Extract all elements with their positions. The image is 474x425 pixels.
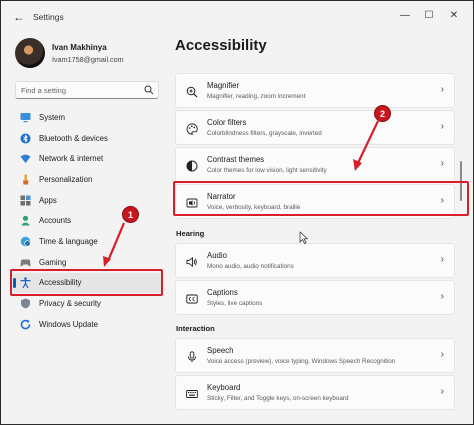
update-icon <box>20 319 31 330</box>
person-icon <box>20 215 31 226</box>
sidebar-item-accounts[interactable]: Accounts <box>13 210 163 231</box>
card-subtitle: Voice access (preview), voice typing, Wi… <box>207 357 396 365</box>
sidebar-nav: System Bluetooth & devices Network & int… <box>13 107 163 335</box>
card-title: Contrast themes <box>207 155 265 164</box>
setting-card-color-filters[interactable]: Color filters Colorblindness filters, gr… <box>175 110 455 145</box>
title-bar: ← Settings — ☐ ✕ <box>1 1 473 33</box>
annotation-highlight-narrator <box>173 181 469 216</box>
wifi-icon <box>20 153 31 164</box>
card-subtitle: Mono audio, audio notifications <box>207 262 294 270</box>
card-title: Keyboard <box>207 383 241 392</box>
sidebar-item-privacy[interactable]: Privacy & security <box>13 293 163 314</box>
chevron-right-icon: › <box>440 386 444 397</box>
card-title: Magnifier <box>207 81 240 90</box>
setting-card-magnifier[interactable]: Magnifier Magnifier, reading, zoom incre… <box>175 73 455 108</box>
apps-icon <box>20 195 31 206</box>
gamepad-icon <box>20 257 31 268</box>
profile-email: Ivam1758@gmail.com <box>52 55 124 64</box>
speaker-icon <box>185 255 198 268</box>
card-title: Color filters <box>207 118 247 127</box>
back-arrow-icon[interactable]: ← <box>11 9 27 25</box>
chevron-right-icon: › <box>440 291 444 302</box>
avatar[interactable] <box>15 38 45 68</box>
card-subtitle: Color themes for low vision, light sensi… <box>207 166 327 174</box>
chevron-right-icon: › <box>440 84 444 95</box>
user-profile[interactable]: Ivan Makhinya Ivam1758@gmail.com <box>15 38 155 68</box>
app-title: Settings <box>33 12 64 22</box>
sidebar-item-label: Windows Update <box>39 319 98 329</box>
card-title: Audio <box>207 251 227 260</box>
card-subtitle: Styles, live captions <box>207 299 263 307</box>
close-icon[interactable]: ✕ <box>446 8 462 24</box>
sidebar-item-label: Bluetooth & devices <box>39 133 108 143</box>
setting-card-keyboard[interactable]: Keyboard Sticky, Filter, and Toggle keys… <box>175 375 455 410</box>
annotation-highlight-accessibility <box>10 269 163 296</box>
setting-card-contrast-themes[interactable]: Contrast themes Color themes for low vis… <box>175 147 455 182</box>
setting-card-audio[interactable]: Audio Mono audio, audio notifications › <box>175 243 455 278</box>
card-title: Captions <box>207 288 238 297</box>
sidebar-item-label: System <box>39 112 65 122</box>
maximize-icon[interactable]: ☐ <box>421 8 437 24</box>
sidebar-item-label: Privacy & security <box>39 299 101 309</box>
sidebar-item-label: Time & language <box>39 236 98 246</box>
chevron-right-icon: › <box>440 349 444 360</box>
card-subtitle: Sticky, Filter, and Toggle keys, on-scre… <box>207 394 349 402</box>
sidebar-item-system[interactable]: System <box>13 107 163 128</box>
keyboard-icon <box>185 387 198 400</box>
magnifier-icon <box>185 85 198 98</box>
card-title: Speech <box>207 346 234 355</box>
captions-icon <box>185 292 198 305</box>
brush-icon <box>20 174 31 185</box>
card-subtitle: Colorblindness filters, grayscale, inver… <box>207 129 322 137</box>
globe-clock-icon <box>20 236 31 247</box>
microphone-icon <box>185 350 198 363</box>
sidebar-item-bluetooth[interactable]: Bluetooth & devices <box>13 128 163 149</box>
card-subtitle: Magnifier, reading, zoom increment <box>207 92 306 100</box>
search-icon[interactable] <box>144 85 154 95</box>
minimize-icon[interactable]: — <box>397 8 413 24</box>
page-title: Accessibility <box>175 37 267 54</box>
sidebar-item-time-language[interactable]: Time & language <box>13 231 163 252</box>
bluetooth-icon <box>20 133 31 144</box>
sidebar-item-label: Gaming <box>39 257 67 267</box>
settings-window: ← Settings — ☐ ✕ Ivan Makhinya Ivam1758@… <box>0 0 474 425</box>
sidebar-item-label: Network & internet <box>39 154 104 164</box>
monitor-icon <box>20 112 31 123</box>
setting-card-captions[interactable]: Captions Styles, live captions › <box>175 280 455 315</box>
sidebar-item-windows-update[interactable]: Windows Update <box>13 314 163 335</box>
sidebar-item-apps[interactable]: Apps <box>13 190 163 211</box>
palette-icon <box>185 122 198 135</box>
sidebar-item-label: Apps <box>39 195 57 205</box>
chevron-right-icon: › <box>440 121 444 132</box>
sidebar-item-label: Personalization <box>39 174 93 184</box>
shield-icon <box>20 298 31 309</box>
search-input[interactable] <box>21 84 139 96</box>
sidebar-item-network[interactable]: Network & internet <box>13 148 163 169</box>
sidebar-item-label: Accounts <box>39 216 72 226</box>
search-box[interactable] <box>15 81 159 99</box>
profile-name: Ivan Makhinya <box>52 43 107 52</box>
contrast-icon <box>185 159 198 172</box>
section-heading-hearing: Hearing <box>176 229 205 238</box>
annotation-step-badge-2: 2 <box>374 105 391 122</box>
sidebar-item-personalization[interactable]: Personalization <box>13 169 163 190</box>
section-heading-interaction: Interaction <box>176 324 215 333</box>
chevron-right-icon: › <box>440 158 444 169</box>
setting-card-speech[interactable]: Speech Voice access (preview), voice typ… <box>175 338 455 373</box>
annotation-step-badge-1: 1 <box>122 206 139 223</box>
chevron-right-icon: › <box>440 254 444 265</box>
